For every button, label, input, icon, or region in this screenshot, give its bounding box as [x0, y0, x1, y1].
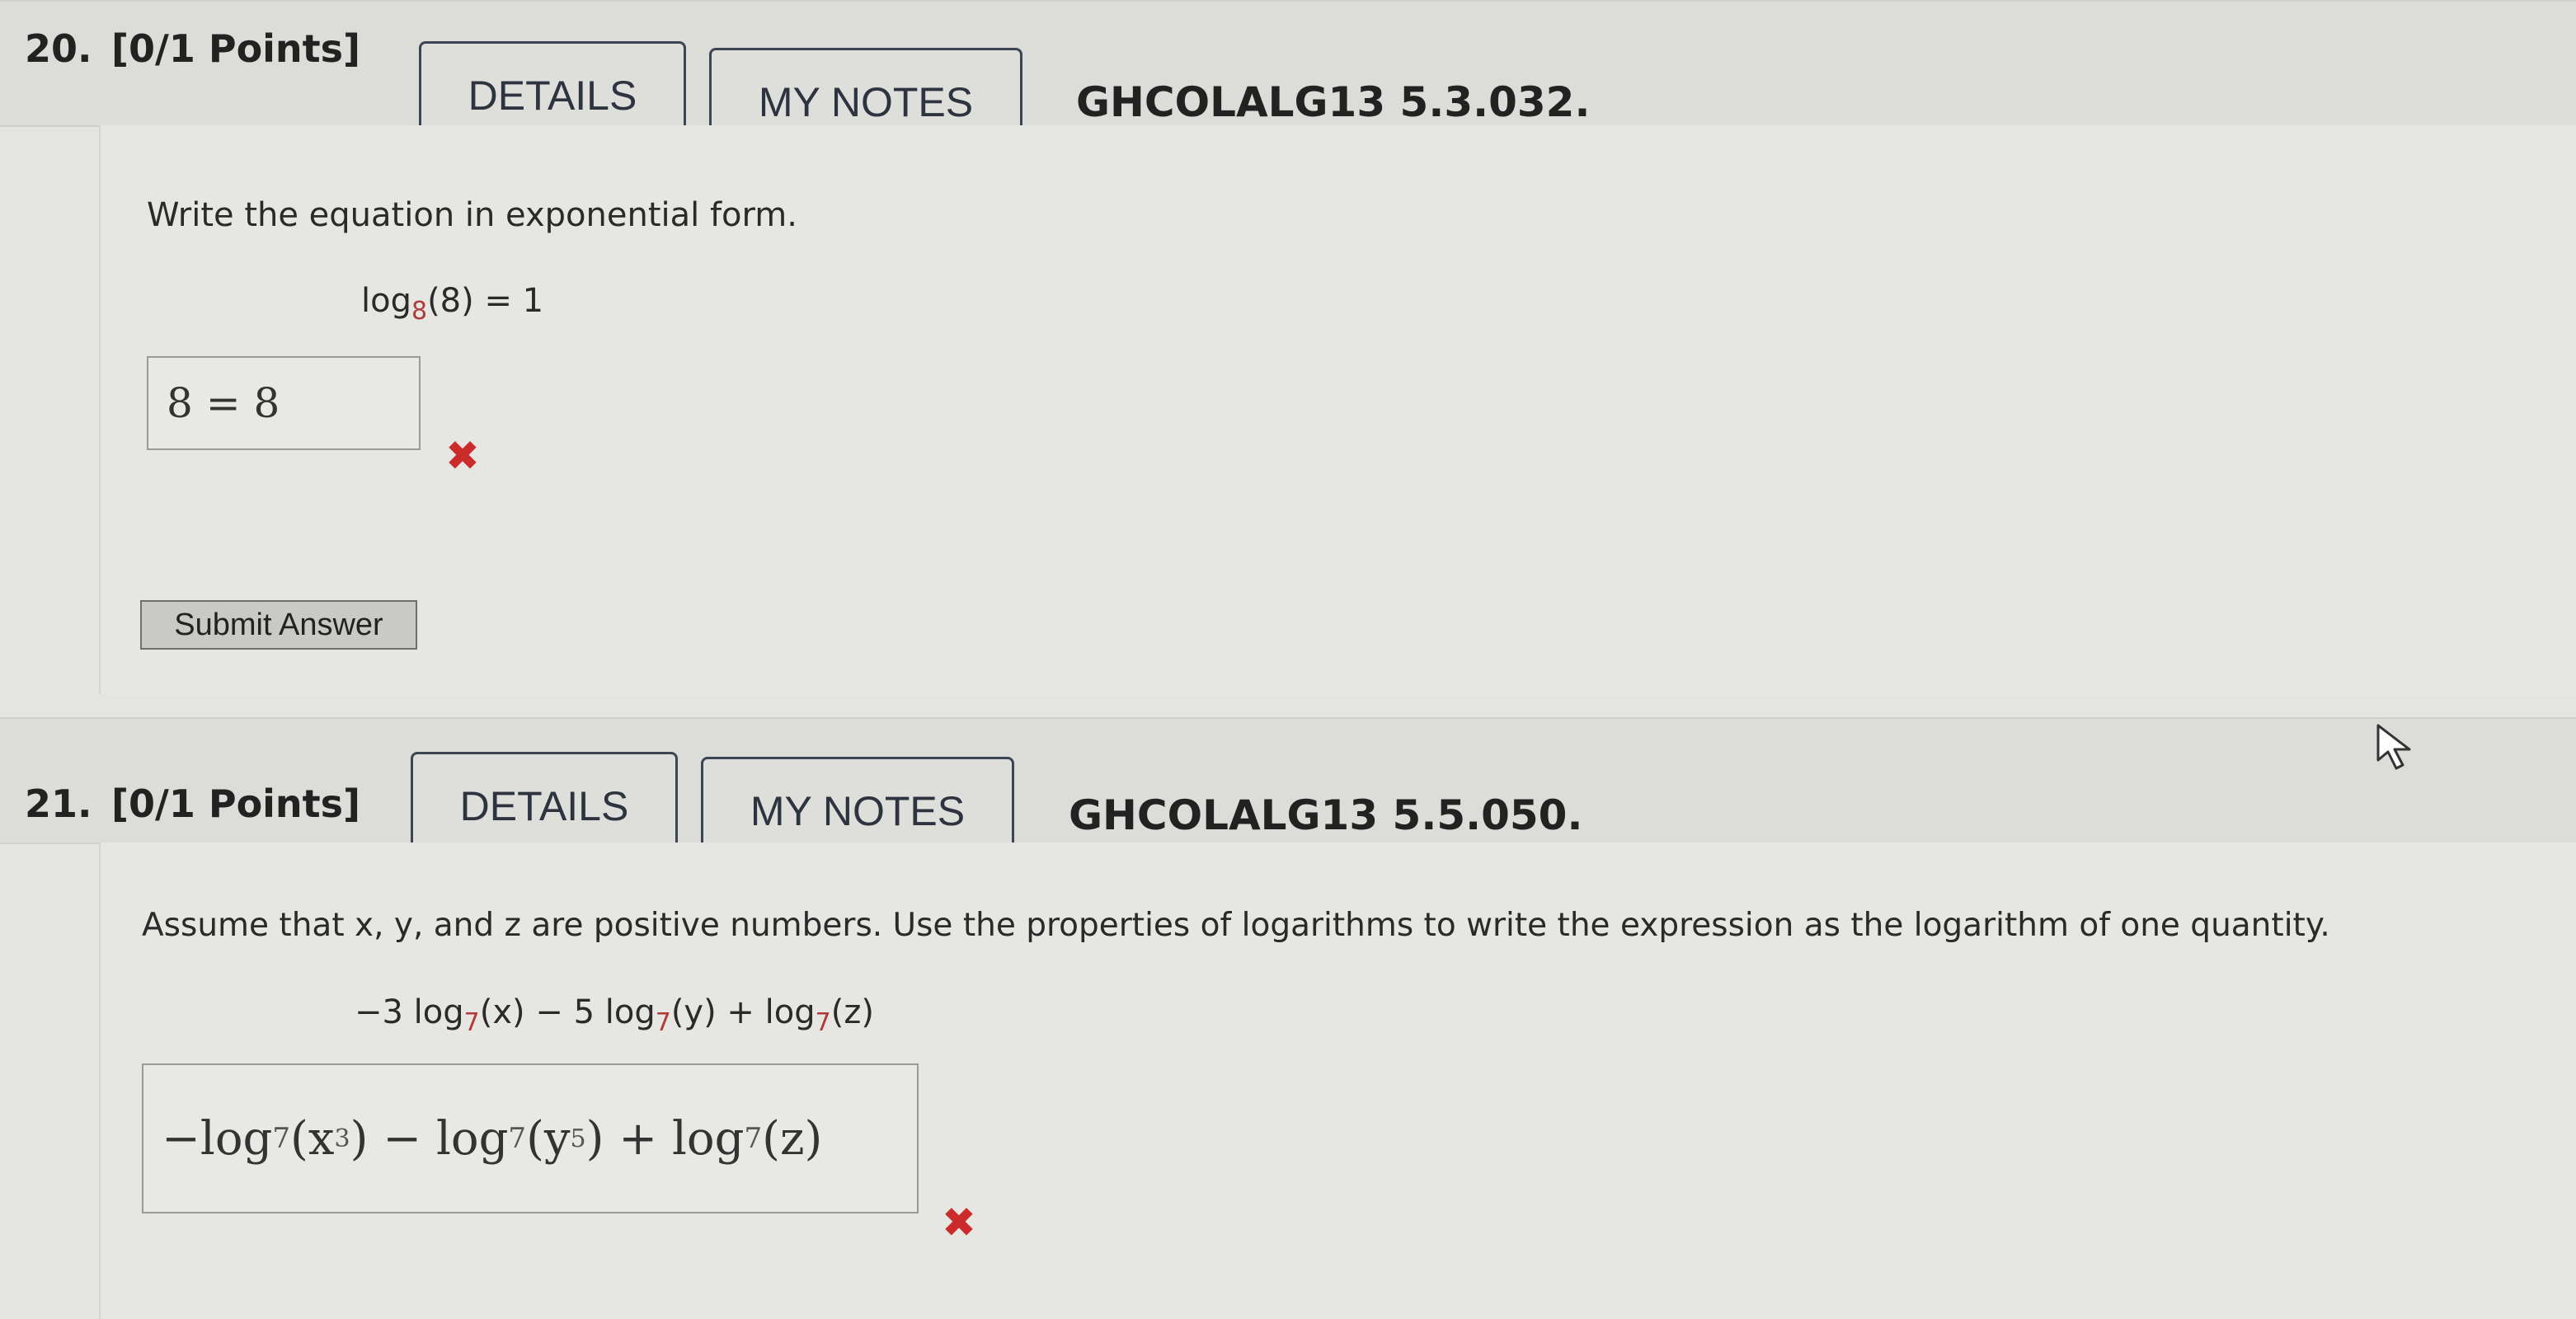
question-points: [0/1 Points] [111, 26, 361, 71]
question-code: GHCOLALG13 5.3.032. [1076, 78, 1591, 126]
answer-input[interactable]: −log 7 (x 3) − log 7 (y 5) + log 7 (z) [142, 1063, 919, 1213]
submit-answer-button[interactable]: Submit Answer [140, 600, 417, 650]
given-equation: log8(8) = 1 [361, 282, 544, 326]
question-number: 20. [25, 26, 92, 71]
question-prompt: Write the equation in exponential form. [147, 196, 797, 234]
question-points: [0/1 Points] [111, 782, 361, 826]
question-number: 21. [25, 782, 92, 826]
incorrect-x-icon: ✖ [445, 432, 480, 480]
question-prompt: Assume that x, y, and z are positive num… [142, 907, 2330, 944]
given-expression: −3 log7(x) − 5 log7(y) + log7(z) [355, 993, 874, 1037]
answer-input[interactable]: 8 = 8 [147, 356, 421, 450]
question-code: GHCOLALG13 5.5.050. [1069, 791, 1583, 839]
mouse-pointer-icon [2376, 724, 2411, 770]
incorrect-x-icon: ✖ [942, 1199, 976, 1246]
